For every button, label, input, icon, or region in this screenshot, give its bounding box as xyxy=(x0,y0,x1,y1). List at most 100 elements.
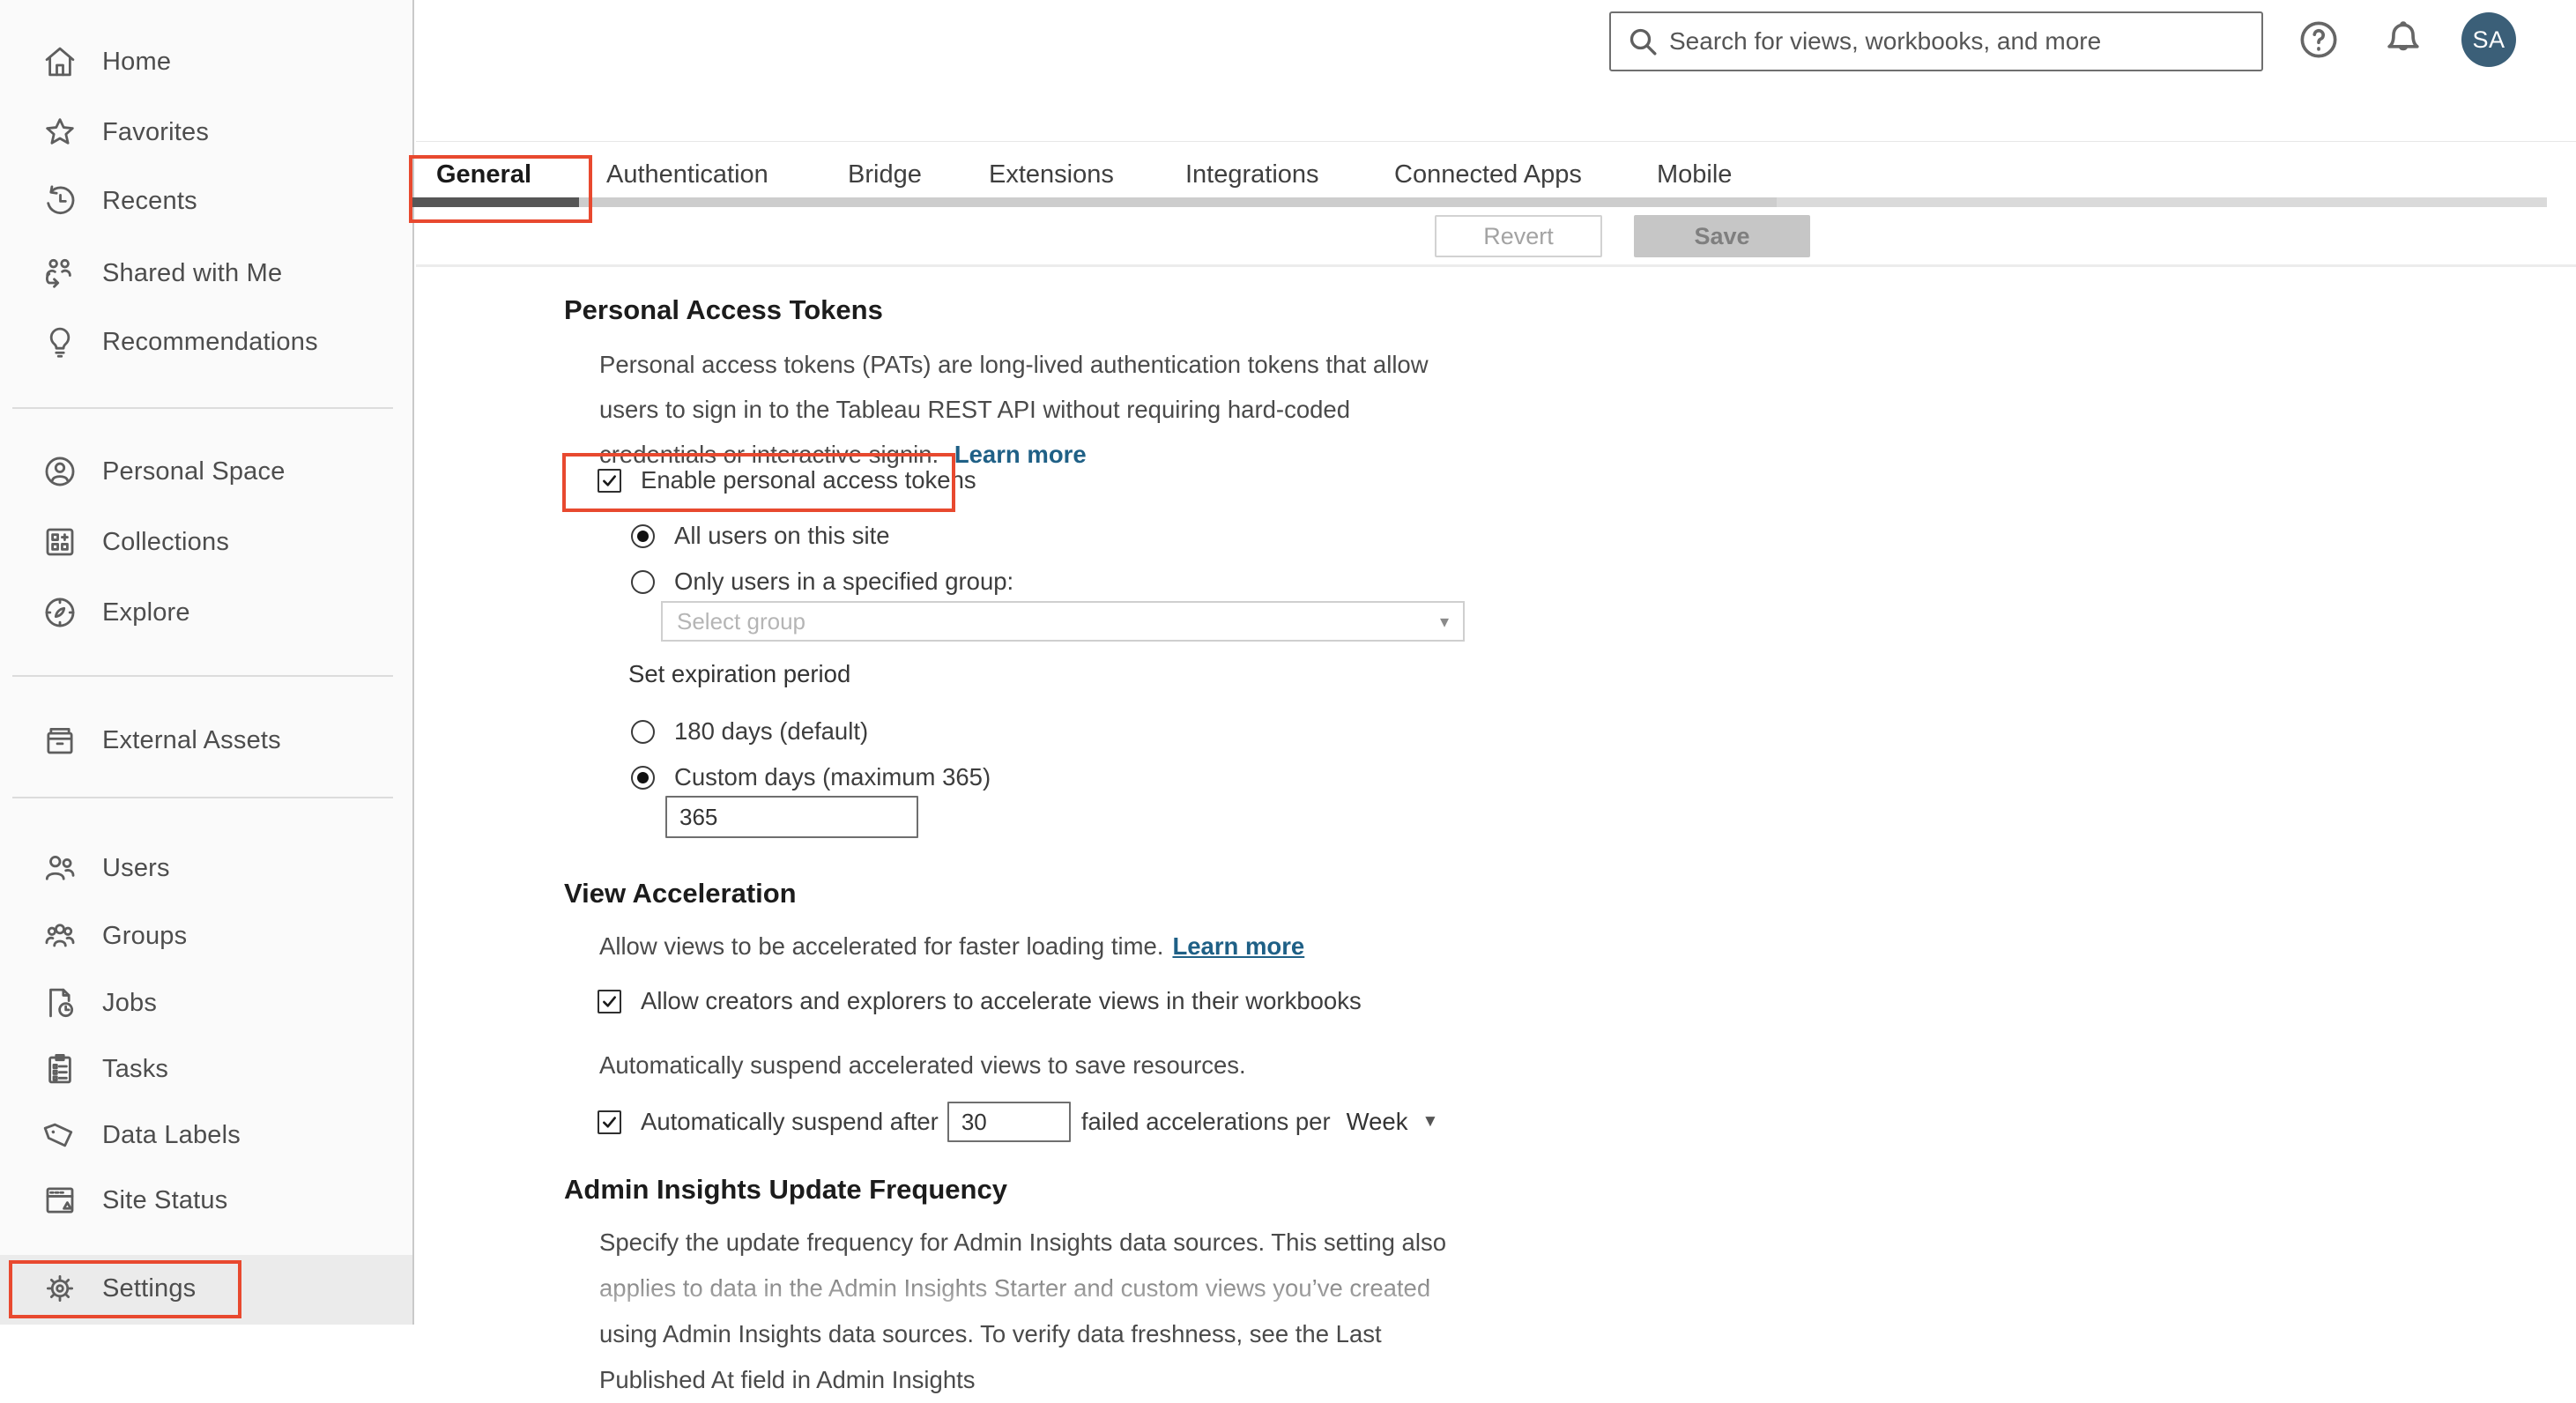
custom-days-radio[interactable] xyxy=(631,765,655,790)
sidebar-item-label: External Assets xyxy=(102,725,281,754)
sidebar-item-groups[interactable]: Groups xyxy=(0,902,414,970)
help-button[interactable] xyxy=(2291,12,2346,67)
sidebar-item-personal-space[interactable]: Personal Space xyxy=(0,437,414,506)
pat-description: Personal access tokens (PATs) are long-l… xyxy=(599,342,1436,477)
days-180-label: 180 days (default) xyxy=(674,717,869,745)
days-180-radio[interactable] xyxy=(631,719,655,744)
users-icon xyxy=(41,849,79,887)
gear-icon xyxy=(41,1269,79,1308)
tab-bridge[interactable]: Bridge xyxy=(848,160,922,189)
allow-accelerate-row: Allow creators and explorers to accelera… xyxy=(598,987,1362,1015)
search-icon xyxy=(1629,28,1657,56)
auto-suspend-prefix-label: Automatically suspend after xyxy=(641,1108,939,1135)
save-button[interactable]: Save xyxy=(1634,215,1810,257)
expiration-period-label: Set expiration period xyxy=(628,660,851,687)
sidebar-item-label: Favorites xyxy=(102,117,210,146)
tasks-clipboard-icon xyxy=(41,1050,79,1088)
search-box xyxy=(1609,11,2263,71)
allow-accelerate-label: Allow creators and explorers to accelera… xyxy=(641,987,1362,1014)
enable-pat-row: Enable personal access tokens xyxy=(598,466,976,494)
allow-accelerate-checkbox[interactable] xyxy=(598,989,621,1013)
sidebar-item-label: Collections xyxy=(102,527,230,556)
days-180-radio-row: 180 days (default) xyxy=(631,717,868,746)
select-group-placeholder: Select group xyxy=(677,607,805,635)
groups-icon xyxy=(41,917,79,955)
avatar[interactable]: SA xyxy=(2461,12,2516,67)
chevron-down-icon: ▾ xyxy=(1439,612,1449,632)
admin-insights-title: Admin Insights Update Frequency xyxy=(564,1174,1007,1205)
sidebar-item-settings[interactable]: Settings xyxy=(0,1252,414,1325)
specified-group-label: Only users in a specified group: xyxy=(674,568,1014,595)
tab-integrations[interactable]: Integrations xyxy=(1185,160,1319,189)
header-divider xyxy=(416,141,2576,142)
chevron-down-icon: ▼ xyxy=(1422,1112,1439,1131)
sidebar-item-label: Explore xyxy=(102,598,190,627)
sidebar-item-site-status[interactable]: Site Status xyxy=(0,1166,414,1235)
sidebar-item-users[interactable]: Users xyxy=(0,834,414,902)
tab-extensions[interactable]: Extensions xyxy=(989,160,1114,189)
custom-days-input[interactable] xyxy=(665,796,918,838)
auto-suspend-checkbox[interactable] xyxy=(598,1110,621,1134)
sidebar-item-label: Settings xyxy=(102,1273,197,1303)
sidebar-item-label: Groups xyxy=(102,921,188,950)
sidebar-item-label: Shared with Me xyxy=(102,258,283,287)
sidebar-item-home[interactable]: Home xyxy=(0,27,414,96)
collections-icon xyxy=(41,523,79,561)
auto-suspend-suffix-label: failed accelerations per xyxy=(1080,1108,1331,1135)
admin-insights-description: Specify the update frequency for Admin I… xyxy=(599,1229,1447,1393)
sidebar-item-jobs[interactable]: Jobs xyxy=(0,969,414,1037)
tab-authentication[interactable]: Authentication xyxy=(606,160,768,189)
sidebar-item-shared-with-me[interactable]: Shared with Me xyxy=(0,239,414,308)
bell-icon xyxy=(2387,21,2419,51)
tab-general[interactable]: General xyxy=(436,160,531,189)
revert-button[interactable]: Revert xyxy=(1435,215,1602,257)
tab-mobile[interactable]: Mobile xyxy=(1657,160,1732,189)
all-users-radio[interactable] xyxy=(631,523,655,548)
custom-days-radio-row: Custom days (maximum 365) xyxy=(631,763,991,791)
explore-compass-icon xyxy=(41,593,79,632)
pat-section-title: Personal Access Tokens xyxy=(564,294,883,325)
home-icon xyxy=(41,42,79,81)
specified-group-radio-row: Only users in a specified group: xyxy=(631,568,1013,596)
personal-space-icon xyxy=(41,452,79,491)
sidebar-item-tasks[interactable]: Tasks xyxy=(0,1035,414,1103)
sidebar-item-label: Tasks xyxy=(102,1054,169,1083)
sidebar-divider xyxy=(12,797,393,798)
view-acceleration-title: View Acceleration xyxy=(564,878,797,909)
sidebar-item-label: Data Labels xyxy=(102,1120,241,1149)
enable-pat-label: Enable personal access tokens xyxy=(641,466,976,494)
sidebar-item-recents[interactable]: Recents xyxy=(0,167,414,235)
sidebar-item-explore[interactable]: Explore xyxy=(0,578,414,647)
site-status-icon xyxy=(41,1181,79,1220)
sidebar-item-label: Personal Space xyxy=(102,457,286,486)
sidebar-item-external-assets[interactable]: External Assets xyxy=(0,706,414,775)
period-value: Week xyxy=(1346,1108,1408,1135)
toolbar-divider xyxy=(416,264,2576,267)
star-icon xyxy=(41,113,79,152)
select-group-dropdown[interactable]: Select group ▾ xyxy=(661,601,1465,642)
custom-days-label: Custom days (maximum 365) xyxy=(674,763,991,791)
sidebar: Home Favorites Recents Shared with Me Re… xyxy=(0,0,414,1325)
suspend-count-input[interactable] xyxy=(947,1102,1071,1142)
recents-clock-icon xyxy=(41,182,79,220)
sidebar-item-recommendations[interactable]: Recommendations xyxy=(0,308,414,376)
auto-suspend-row: Automatically suspend after failed accel… xyxy=(598,1102,1438,1142)
view-acceleration-learn-more-link[interactable]: Learn more xyxy=(1172,932,1304,961)
sidebar-item-label: Recents xyxy=(102,186,197,215)
specified-group-radio[interactable] xyxy=(631,569,655,594)
view-acceleration-description-text: Allow views to be accelerated for faster… xyxy=(599,932,1164,960)
search-input[interactable] xyxy=(1669,27,2261,56)
sidebar-item-favorites[interactable]: Favorites xyxy=(0,98,414,167)
enable-pat-checkbox[interactable] xyxy=(598,468,621,493)
notifications-button[interactable] xyxy=(2376,12,2431,67)
period-dropdown[interactable]: Week ▼ xyxy=(1347,1108,1439,1136)
tab-active-indicator xyxy=(412,197,579,207)
sidebar-item-data-labels[interactable]: Data Labels xyxy=(0,1101,414,1169)
tab-connected-apps[interactable]: Connected Apps xyxy=(1394,160,1582,189)
tab-track-light xyxy=(1777,197,2547,207)
sidebar-item-label: Home xyxy=(102,47,172,76)
shared-with-me-icon xyxy=(41,254,79,293)
sidebar-item-label: Recommendations xyxy=(102,327,318,356)
sidebar-item-collections[interactable]: Collections xyxy=(0,508,414,576)
pat-learn-more-link[interactable]: Learn more xyxy=(954,441,1087,468)
